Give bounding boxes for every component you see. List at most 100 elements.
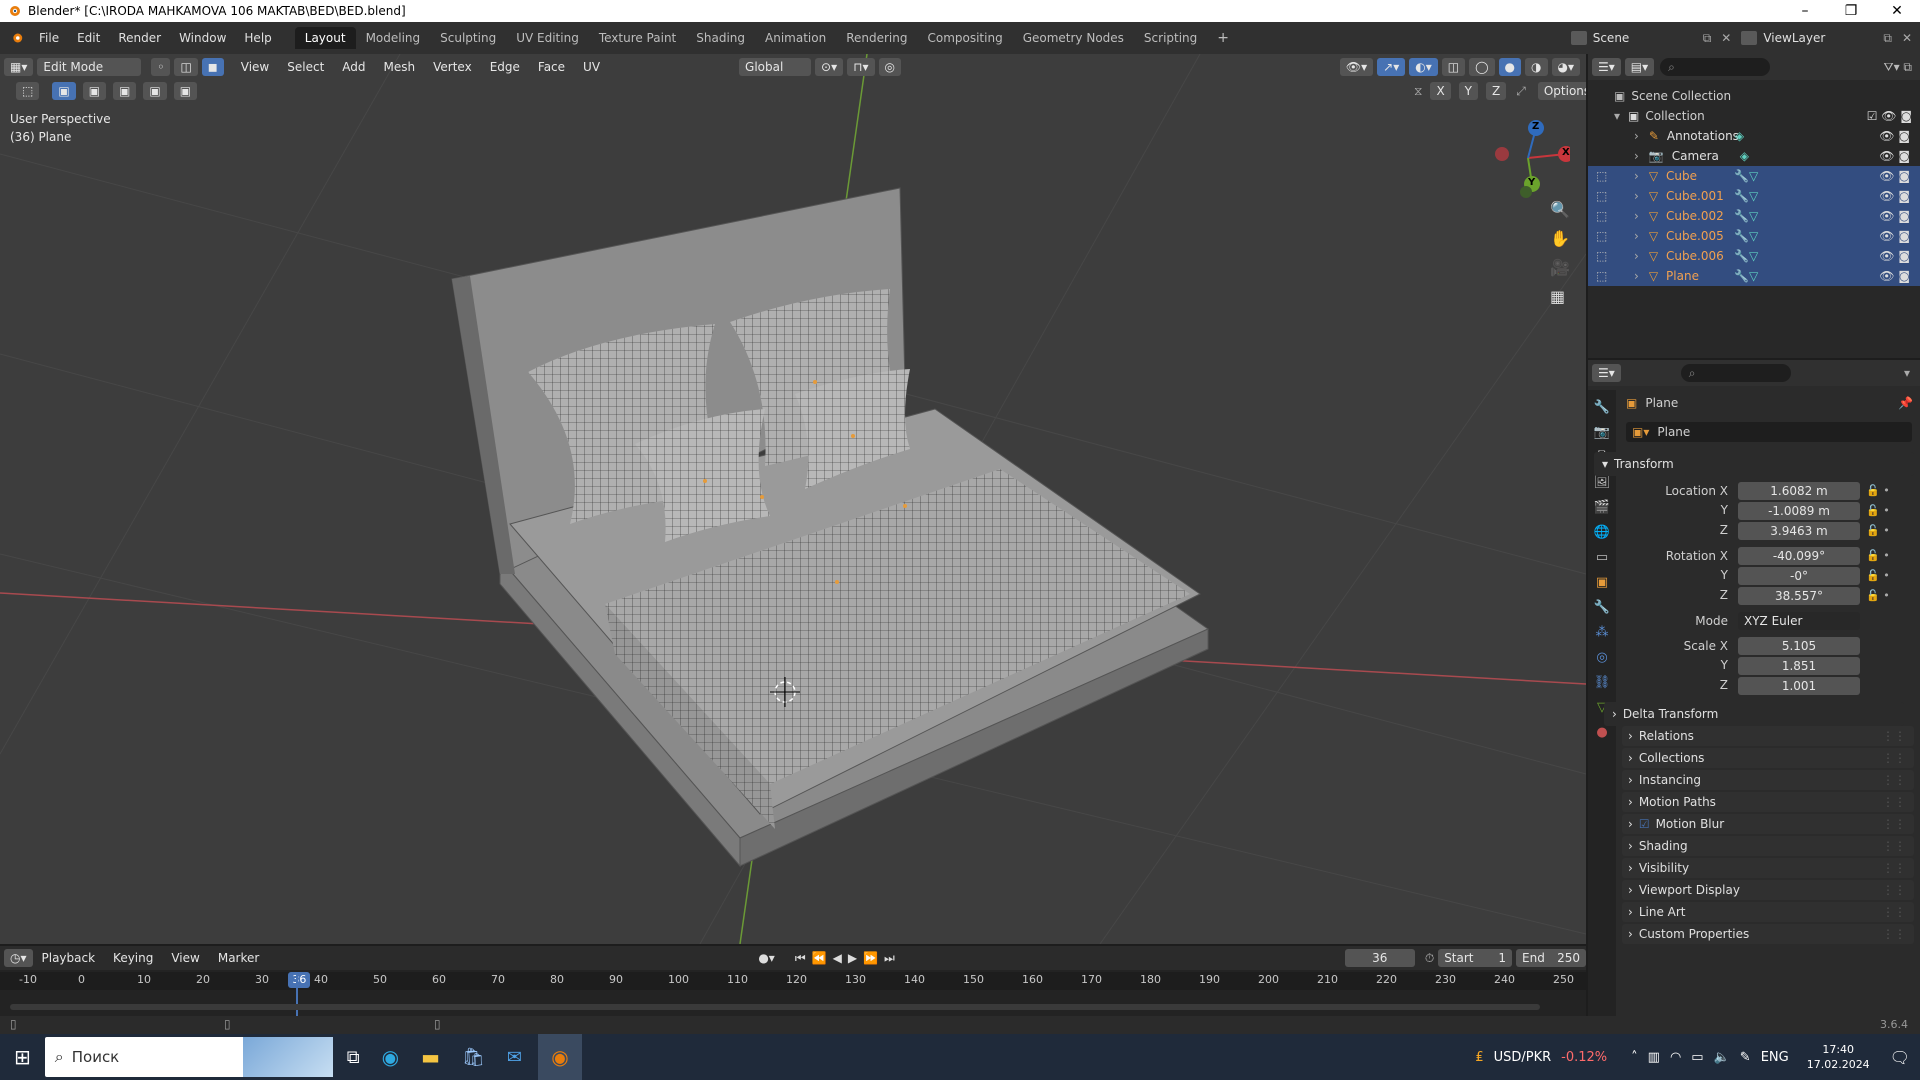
- outliner-item[interactable]: ⬚ › ▽ Cube.002 🔧▽ 👁 ◙: [1588, 206, 1920, 226]
- expand-arrow-icon[interactable]: ›: [1634, 129, 1639, 143]
- playhead-frame-badge[interactable]: 36: [288, 972, 311, 988]
- panel-motion-blur[interactable]: › ☑ Motion Blur ⋮⋮: [1622, 814, 1914, 834]
- scale-z-field[interactable]: 1.001: [1738, 677, 1860, 695]
- add-workspace-button[interactable]: +: [1207, 26, 1239, 50]
- scene-collection-row[interactable]: ▣ Scene Collection: [1588, 86, 1920, 106]
- mail-icon[interactable]: ✉: [507, 1047, 522, 1068]
- panel-custom-properties[interactable]: › Custom Properties ⋮⋮: [1622, 924, 1914, 944]
- modifier-data-icon[interactable]: 🔧▽: [1734, 169, 1758, 183]
- outliner-item[interactable]: › 📷 Camera ◈ 👁 ◙: [1588, 146, 1920, 166]
- outliner-item[interactable]: ⬚ › ▽ Cube.001 🔧▽ 👁 ◙: [1588, 186, 1920, 206]
- tab-uv-editing[interactable]: UV Editing: [506, 27, 589, 49]
- panel-visibility[interactable]: › Visibility ⋮⋮: [1622, 858, 1914, 878]
- material-shading-icon[interactable]: ◑: [1525, 58, 1548, 76]
- select-tool-icon[interactable]: ⬚: [16, 82, 40, 100]
- 3d-viewport[interactable]: ▦▾ Edit Mode ◦ ◫ ◼ View Select Add Mesh …: [0, 54, 1586, 944]
- record-icon[interactable]: ●▾: [758, 951, 775, 965]
- outliner-item[interactable]: › ✎ Annotations ◈ 👁 ◙: [1588, 126, 1920, 146]
- tab-compositing[interactable]: Compositing: [917, 27, 1012, 49]
- outliner-item[interactable]: ⬚ › ▽ Cube.006 🔧▽ 👁 ◙: [1588, 246, 1920, 266]
- blender-menu-icon[interactable]: [8, 31, 24, 45]
- current-frame-field[interactable]: 36: [1344, 949, 1415, 967]
- store-icon[interactable]: 🛍: [462, 1047, 485, 1068]
- tab-shading[interactable]: Shading: [686, 27, 755, 49]
- expand-arrow-icon[interactable]: ▾: [1614, 109, 1620, 123]
- motion-blur-checkbox[interactable]: ☑: [1639, 817, 1650, 831]
- drag-handle-icon[interactable]: ⋮⋮: [1882, 927, 1906, 941]
- frame-ruler[interactable]: -10 0 10 20 30 40 50 60 70 80 90 100 110 120 130 140 150…: [0, 972, 1586, 990]
- select-subtract-icon[interactable]: ▣: [113, 82, 137, 100]
- panel-instancing[interactable]: › Instancing ⋮⋮: [1622, 770, 1914, 790]
- wireframe-shading-icon[interactable]: ◯: [1469, 58, 1495, 76]
- lock-icon[interactable]: 🔓 •: [1866, 522, 1890, 540]
- modifier-data-icon[interactable]: 🔧▽: [1734, 269, 1758, 283]
- drag-handle-icon[interactable]: ⋮⋮: [1882, 883, 1906, 897]
- options-dropdown[interactable]: Options: [1537, 82, 1586, 100]
- modifier-data-icon[interactable]: ◈: [1740, 149, 1749, 163]
- expand-arrow-icon[interactable]: ›: [1634, 189, 1639, 203]
- pivot-icon[interactable]: ⊙▾: [815, 58, 844, 76]
- visibility-toggle-icons[interactable]: 👁 ◙: [1879, 129, 1910, 143]
- collection-row[interactable]: ▾ ▣ Collection ☑ 👁 ◙: [1588, 106, 1920, 126]
- menu-select[interactable]: Select: [278, 60, 333, 74]
- lock-icon[interactable]: 🔓 •: [1866, 502, 1890, 520]
- ticker-change[interactable]: -0.12%: [1561, 1050, 1607, 1065]
- expand-arrow-icon[interactable]: ›: [1634, 149, 1639, 163]
- scene-icon[interactable]: [1570, 31, 1587, 45]
- timeline-scrollbar[interactable]: [10, 1004, 1540, 1010]
- proportional-edit-icon[interactable]: ◎: [878, 58, 901, 76]
- delete-view-layer-icon[interactable]: ✕: [1902, 31, 1912, 45]
- taskbar-search-box[interactable]: ⌕ Поиск: [44, 1037, 333, 1077]
- expand-arrow-icon[interactable]: ›: [1634, 249, 1639, 263]
- edit-mode-icon[interactable]: ⬚: [1596, 209, 1610, 223]
- menu-edge[interactable]: Edge: [481, 60, 529, 74]
- tab-modeling[interactable]: Modeling: [356, 27, 431, 49]
- visibility-icon[interactable]: 👁▾: [1339, 58, 1374, 76]
- edit-mode-icon[interactable]: ⬚: [1596, 249, 1610, 263]
- panel-collections[interactable]: › Collections ⋮⋮: [1622, 748, 1914, 768]
- face-select-button[interactable]: ◼: [201, 58, 224, 76]
- minimize-button[interactable]: –: [1782, 3, 1828, 19]
- tab-rendering[interactable]: Rendering: [836, 27, 917, 49]
- visibility-toggle-icons[interactable]: 👁 ◙: [1879, 249, 1910, 263]
- select-invert-icon[interactable]: ▣: [143, 82, 167, 100]
- drag-handle-icon[interactable]: ⋮⋮: [1882, 729, 1906, 743]
- notifications-icon[interactable]: 🗨: [1890, 1048, 1910, 1067]
- panel-relations[interactable]: › Relations ⋮⋮: [1622, 726, 1914, 746]
- mode-dropdown[interactable]: Edit Mode: [37, 58, 142, 76]
- panel-motion-paths[interactable]: › Motion Paths ⋮⋮: [1622, 792, 1914, 812]
- edge-browser-icon[interactable]: ◉: [382, 1045, 399, 1069]
- drag-handle-icon[interactable]: ⋮⋮: [1882, 817, 1906, 831]
- properties-options-icon[interactable]: ▾: [1904, 366, 1910, 380]
- scene-name[interactable]: Scene: [1593, 31, 1693, 45]
- visibility-toggle-icons[interactable]: 👁 ◙: [1879, 149, 1910, 163]
- menu-view[interactable]: View: [232, 60, 278, 74]
- rendered-shading-icon[interactable]: ◕▾: [1551, 58, 1580, 76]
- location-z-field[interactable]: 3.9463 m: [1738, 522, 1860, 540]
- playhead-line[interactable]: [296, 972, 298, 1022]
- volume-icon[interactable]: 🔈: [1714, 1050, 1730, 1065]
- mirror-x-toggle[interactable]: X: [1430, 82, 1451, 100]
- render-tab-icon[interactable]: 📷: [1594, 425, 1610, 440]
- gizmo-toggle-icon[interactable]: ↗▾: [1377, 58, 1406, 76]
- expand-arrow-icon[interactable]: ›: [1634, 169, 1639, 183]
- panel-viewport-display[interactable]: › Viewport Display ⋮⋮: [1622, 880, 1914, 900]
- rotation-y-field[interactable]: -0°: [1738, 567, 1860, 585]
- zoom-icon[interactable]: 🔍: [1550, 200, 1570, 219]
- menu-help[interactable]: Help: [235, 31, 280, 45]
- expand-arrow-icon[interactable]: ›: [1634, 209, 1639, 223]
- tab-animation[interactable]: Animation: [755, 27, 836, 49]
- select-extend-icon[interactable]: ▣: [82, 82, 107, 100]
- properties-search-input[interactable]: ⌕: [1680, 364, 1791, 382]
- menu-keying[interactable]: Keying: [104, 951, 162, 965]
- ticker-name[interactable]: USD/PKR: [1494, 1050, 1552, 1065]
- modifier-data-icon[interactable]: 🔧▽: [1734, 189, 1758, 203]
- modifier-data-icon[interactable]: 🔧▽: [1734, 209, 1758, 223]
- xray-toggle-icon[interactable]: ◫: [1441, 58, 1466, 76]
- material-tab-icon[interactable]: ●: [1596, 725, 1607, 740]
- jump-end-icon[interactable]: ⏭: [884, 951, 895, 966]
- wifi-icon[interactable]: ◠: [1670, 1050, 1681, 1065]
- modifier-data-icon[interactable]: 🔧▽: [1734, 229, 1758, 243]
- pin-icon[interactable]: 📌: [1898, 396, 1913, 410]
- drag-handle-icon[interactable]: ⋮⋮: [1882, 905, 1906, 919]
